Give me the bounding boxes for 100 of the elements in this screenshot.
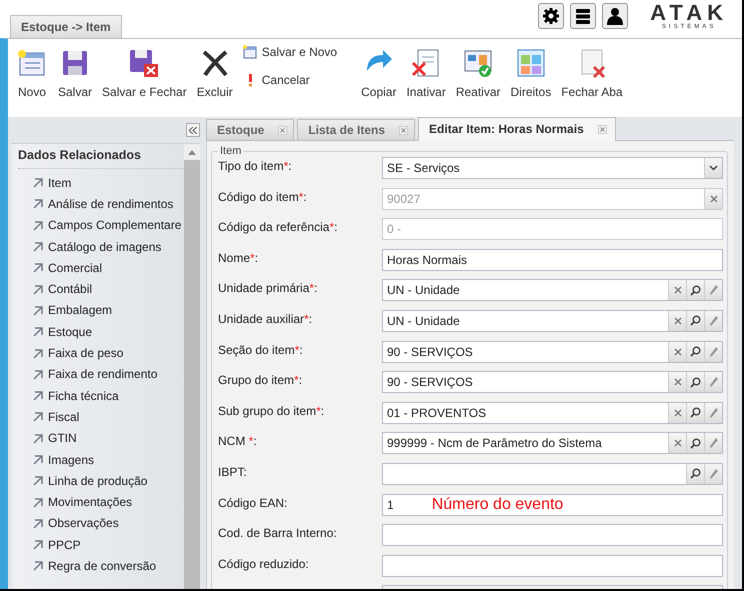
- toolbar-button[interactable]: Direitos: [508, 45, 554, 101]
- clear-button[interactable]: [668, 402, 686, 423]
- sidebar-item-label[interactable]: Fiscal: [48, 410, 80, 424]
- sidebar-item[interactable]: Movimentações: [18, 491, 184, 513]
- sidebar-item-label[interactable]: PPCP: [48, 538, 81, 552]
- search-button[interactable]: [686, 342, 704, 362]
- field-label: IBPT:: [218, 464, 248, 479]
- sidebar-item[interactable]: Imagens: [18, 448, 184, 470]
- scrollbar[interactable]: [184, 144, 200, 589]
- close-icon[interactable]: [278, 126, 288, 134]
- sidebar-item-label[interactable]: Faixa de peso: [48, 346, 124, 360]
- field-label: NCM *:: [218, 433, 258, 448]
- scroll-up-button[interactable]: [184, 144, 200, 160]
- input-field[interactable]: [382, 524, 723, 546]
- sidebar-item-label[interactable]: GTIN: [48, 431, 77, 446]
- sidebar-item[interactable]: Regra de conversão: [18, 555, 184, 577]
- sidebar-item[interactable]: Fiscal: [18, 406, 184, 428]
- sidebar-item[interactable]: Faixa de rendimento: [18, 364, 184, 385]
- sidebar-item-label[interactable]: Ficha técnica: [48, 388, 119, 403]
- input-field[interactable]: 1 Número do evento: [382, 494, 723, 516]
- sidebar-item-label[interactable]: Comercial: [48, 260, 102, 275]
- search-button[interactable]: [686, 280, 704, 300]
- settings-icon[interactable]: [538, 3, 564, 29]
- toolbar-button[interactable]: Reativar: [454, 45, 503, 101]
- user-icon[interactable]: [602, 3, 628, 29]
- sidebar-item[interactable]: Análise de rendimentos: [18, 193, 184, 215]
- input-field[interactable]: UN - Unidade: [382, 310, 723, 332]
- input-field[interactable]: 01 - PROVENTOS: [382, 402, 723, 424]
- tab[interactable]: Lista de Itens: [297, 119, 416, 140]
- sidebar-item-label[interactable]: Movimentações: [48, 495, 132, 510]
- module-tab[interactable]: Estoque -> Item: [10, 15, 122, 38]
- link-icon: [32, 346, 44, 360]
- sidebar-item[interactable]: Comercial: [18, 257, 184, 278]
- sidebar-item-label[interactable]: Imagens: [48, 452, 94, 466]
- clear-button[interactable]: [668, 342, 686, 362]
- sidebar-item[interactable]: Linha de produção: [18, 470, 184, 492]
- toolbar-button[interactable]: Inativar: [404, 45, 448, 101]
- tab[interactable]: Editar Item: Horas Normais: [418, 117, 616, 141]
- menu-icon[interactable]: [570, 3, 596, 29]
- collapse-button[interactable]: [186, 123, 200, 137]
- toolbar-button[interactable]: Salvar e Fechar: [100, 45, 189, 101]
- dropdown[interactable]: SE - Serviços: [382, 157, 723, 179]
- sidebar-item-label[interactable]: Estoque: [48, 324, 92, 339]
- annotation-text: Número do evento: [432, 496, 564, 514]
- sidebar-item[interactable]: Contábil: [18, 278, 184, 300]
- sidebar-item[interactable]: Item: [18, 172, 184, 194]
- sidebar-item[interactable]: Ficha técnica: [18, 384, 184, 406]
- field-label: Código EAN:: [218, 494, 288, 510]
- input-field[interactable]: [382, 462, 723, 485]
- input-field[interactable]: [382, 554, 723, 577]
- input-field[interactable]: 90 - SERVIÇOS: [382, 340, 723, 363]
- search-button[interactable]: [686, 372, 704, 392]
- sidebar-item[interactable]: Catálogo de imagens: [18, 236, 184, 258]
- sidebar-item[interactable]: Embalagem: [18, 300, 184, 322]
- toolbar-button[interactable]: Excluir: [194, 45, 235, 101]
- link-icon: [32, 197, 44, 210]
- sidebar-item-label[interactable]: Contábil: [48, 282, 92, 296]
- field-label: Seção do item*:: [218, 342, 304, 357]
- pencil-icon: [708, 468, 718, 480]
- sidebar-item-label[interactable]: Embalagem: [48, 303, 112, 318]
- clear-button[interactable]: [668, 372, 686, 392]
- close-icon[interactable]: [399, 126, 408, 134]
- sidebar-item[interactable]: GTIN: [18, 428, 184, 449]
- toolbar-button[interactable]: Fechar Aba: [559, 45, 625, 101]
- dropdown-caret-icon[interactable]: [704, 158, 722, 178]
- clear-button[interactable]: [668, 433, 686, 454]
- sidebar-item-label[interactable]: Campos Complementare: [48, 218, 182, 232]
- toolbar-button[interactable]: Novo: [14, 45, 50, 101]
- close-icon[interactable]: [598, 124, 607, 134]
- sidebar-item-label[interactable]: Regra de conversão: [48, 558, 156, 573]
- sidebar-item[interactable]: Estoque: [18, 321, 184, 342]
- toolbar-button[interactable]: Cancelar: [240, 71, 340, 89]
- tab[interactable]: Estoque: [206, 119, 294, 140]
- input-field[interactable]: UN - Unidade: [382, 279, 723, 302]
- sidebar-item[interactable]: Faixa de peso: [18, 342, 184, 364]
- sidebar-item-label[interactable]: Linha de produção: [48, 474, 148, 488]
- search-button[interactable]: [686, 402, 704, 423]
- toolbar-button[interactable]: Copiar: [359, 45, 398, 101]
- sidebar-item-label[interactable]: Faixa de rendimento: [48, 367, 158, 382]
- sidebar-item[interactable]: PPCP: [18, 534, 184, 556]
- sidebar-item-label[interactable]: Análise de rendimentos: [48, 196, 174, 211]
- sidebar-item-label[interactable]: Catálogo de imagens: [48, 240, 162, 254]
- search-button[interactable]: [686, 464, 704, 484]
- toolbar-button[interactable]: Salvar e Novo: [240, 43, 340, 61]
- sidebar-item-label[interactable]: Item: [48, 176, 72, 190]
- sidebar-item-label[interactable]: Observações: [48, 516, 119, 530]
- x-icon: [674, 378, 682, 386]
- grid-icon: [514, 47, 547, 79]
- clear-button[interactable]: [668, 280, 686, 300]
- x-icon: [674, 286, 682, 294]
- sidebar-item[interactable]: Observações: [18, 512, 184, 534]
- input-field[interactable]: Horas Normais: [382, 248, 723, 271]
- input-field[interactable]: 999999 - Ncm de Parâmetro do Sistema: [382, 432, 723, 454]
- sidebar-item[interactable]: Campos Complementare: [18, 214, 184, 236]
- toolbar-button[interactable]: Salvar: [56, 45, 94, 101]
- input-field[interactable]: 90 - SERVIÇOS: [382, 371, 723, 394]
- search-button[interactable]: [686, 433, 704, 454]
- field-label: Nome*:: [218, 250, 260, 265]
- clear-button[interactable]: [668, 310, 686, 331]
- search-button[interactable]: [686, 310, 704, 331]
